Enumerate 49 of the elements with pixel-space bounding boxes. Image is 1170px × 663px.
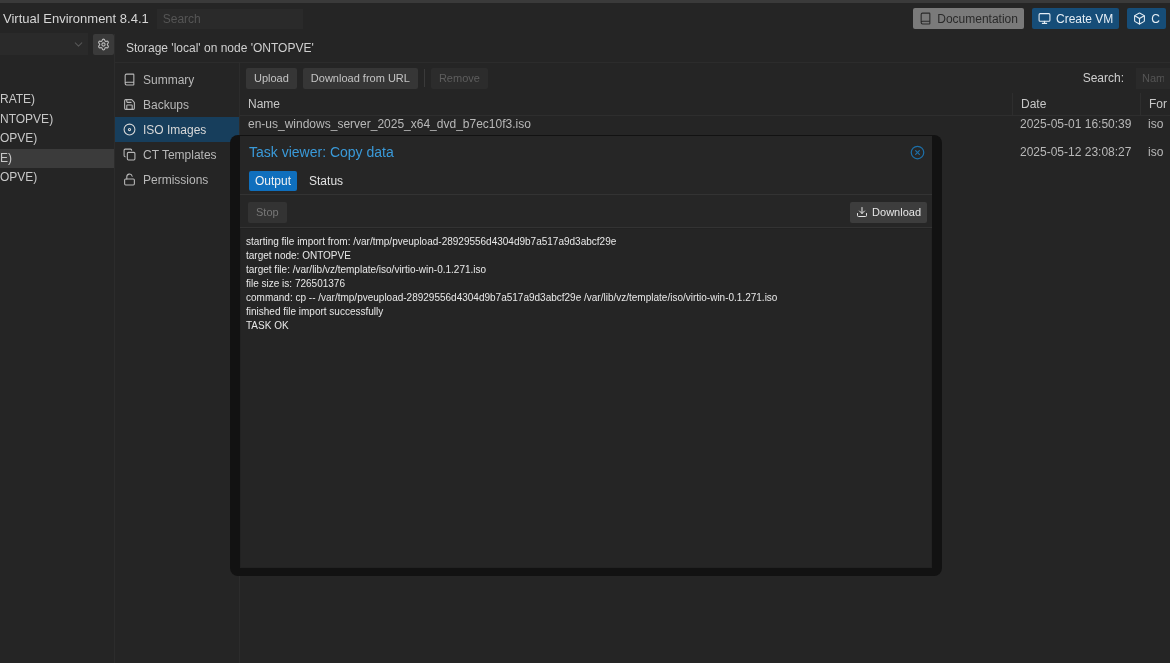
book-icon: [123, 73, 136, 86]
log-line: starting file import from: /var/tmp/pveupload-28929556d4304d9b7a517a9d3abcf29e: [246, 235, 618, 249]
column-header[interactable]: Name: [240, 93, 1012, 115]
dialog-title: Task viewer: Copy data: [249, 144, 394, 160]
header-button[interactable]: Create VM: [1031, 8, 1120, 29]
download-button[interactable]: Download: [850, 201, 927, 223]
table-cell-text: iso: [1147, 144, 1165, 159]
book-icon: [919, 12, 933, 25]
search-label: Search:: [1082, 71, 1124, 85]
nav-item[interactable]: Summary: [115, 67, 239, 92]
settings-button[interactable]: [93, 33, 114, 55]
monitor-icon: [1037, 12, 1051, 25]
log-line: target file: /var/lib/vz/template/iso/virtio-win-0.1.271.iso: [246, 263, 488, 277]
nav-item[interactable]: Permissions: [115, 167, 239, 192]
toolbar-button[interactable]: Download from URL: [302, 67, 418, 89]
column-header[interactable]: For: [1140, 93, 1170, 115]
unlock-icon: [123, 173, 136, 186]
nav-item[interactable]: CT Templates: [115, 142, 239, 167]
download-icon: [856, 206, 869, 218]
log-line: file size is: 726501376: [246, 277, 346, 291]
table-cell-text: en-us_windows_server_2025_x64_dvd_b7ec10f3.iso: [247, 116, 532, 131]
nav-item[interactable]: ISO Images: [115, 117, 239, 142]
tree-item[interactable]: OPVE): [0, 168, 114, 188]
log-line: TASK OK: [246, 319, 290, 333]
header-button[interactable]: C: [1127, 8, 1166, 29]
tree-item[interactable]: RATE): [0, 90, 114, 110]
table-cell-text: 2025-05-12 23:08:27: [1019, 144, 1133, 159]
toolbar-button[interactable]: Upload: [246, 67, 297, 89]
column-header[interactable]: Date: [1012, 93, 1140, 115]
table-cell-text: iso: [1147, 116, 1165, 131]
tab[interactable]: Status: [303, 171, 350, 191]
disc-icon: [123, 123, 136, 136]
app-title: Virtual Environment 8.4.1: [3, 11, 149, 26]
log-line: command: cp -- /var/tmp/pveupload-28929556d4304d9b7a517a9d3abcf29e /var/lib/vz/template/iso/virtio-win-0.1.271.iso: [246, 291, 779, 305]
tab[interactable]: Output: [249, 171, 298, 191]
table-cell-text: 2025-05-01 16:50:39: [1019, 116, 1133, 131]
cube-icon: [1133, 12, 1147, 25]
tree-item[interactable]: OPVE): [0, 129, 114, 149]
save-icon: [123, 98, 136, 111]
tree-item[interactable]: NTOPVE): [0, 109, 114, 129]
copy-icon: [123, 148, 136, 161]
close-icon: [910, 144, 925, 160]
tree-item[interactable]: E): [0, 148, 114, 168]
panel-title: Storage 'local' on node 'ONTOPVE': [115, 34, 1170, 63]
settings-icon: [97, 37, 110, 51]
close-button[interactable]: [910, 144, 925, 160]
log-line: finished file import successfully: [246, 305, 385, 319]
log-line: target node: ONTOPVE: [246, 249, 352, 263]
nav-item[interactable]: Backups: [115, 92, 239, 117]
